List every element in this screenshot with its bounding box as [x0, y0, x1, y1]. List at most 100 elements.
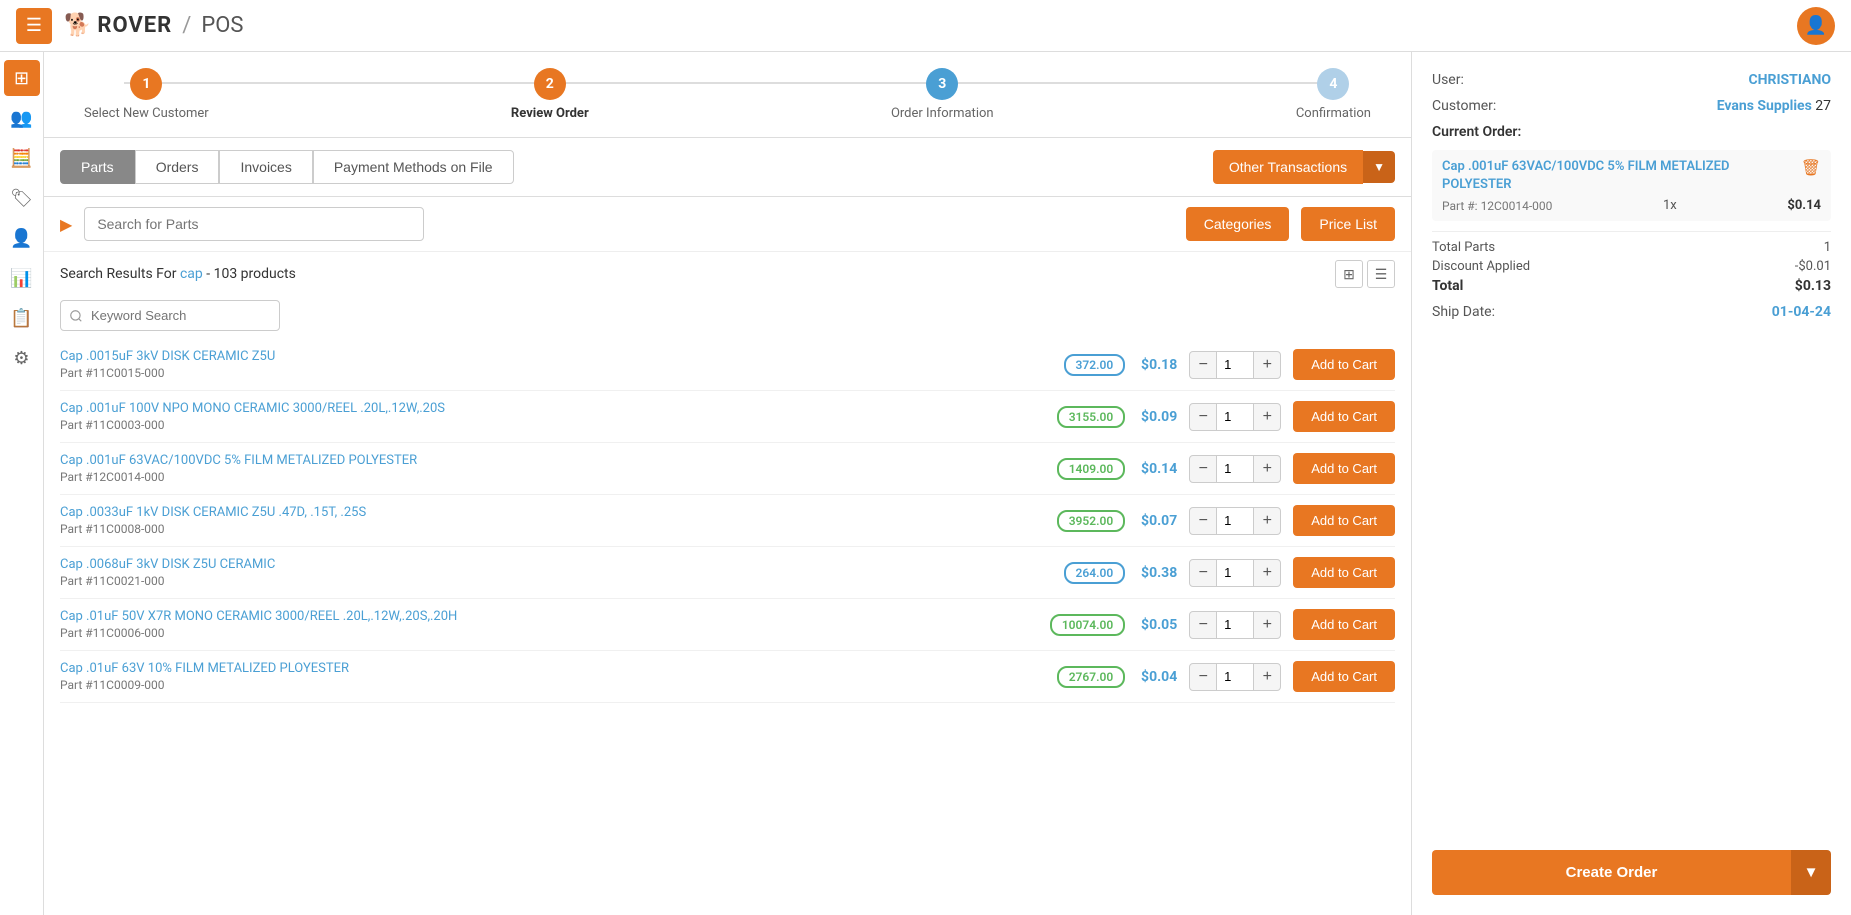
product-name[interactable]: Cap .001uF 63VAC/100VDC 5% FILM METALIZE… [60, 453, 1045, 468]
add-to-cart-button[interactable]: Add to Cart [1293, 505, 1395, 536]
categories-button[interactable]: Categories [1186, 207, 1290, 241]
chevron-down-icon: ▼ [1804, 864, 1819, 881]
step-1: 1 Select New Customer [84, 68, 209, 121]
qty-input[interactable] [1217, 663, 1253, 691]
logo-slash: / [182, 13, 191, 38]
qty-input[interactable] [1217, 403, 1253, 431]
sidebar-item-calculator[interactable]: 🧮 [4, 140, 40, 176]
product-part: Part #11C0009-000 [60, 678, 1045, 692]
sidebar-item-chart[interactable]: 📊 [4, 260, 40, 296]
clipboard-icon: 📋 [10, 308, 32, 329]
price-label: $0.05 [1137, 617, 1177, 633]
price-list-button[interactable]: Price List [1301, 207, 1395, 241]
sidebar-item-clipboard[interactable]: 📋 [4, 300, 40, 336]
add-to-cart-button[interactable]: Add to Cart [1293, 453, 1395, 484]
step-4-label: Confirmation [1296, 106, 1371, 121]
ship-date-row: Ship Date: 01-04-24 [1432, 304, 1831, 320]
product-row: Cap .0033uF 1kV DISK CERAMIC Z5U .47D, .… [60, 495, 1395, 547]
create-order-caret[interactable]: ▼ [1791, 850, 1831, 895]
search-input[interactable] [84, 207, 424, 241]
qty-minus-button[interactable]: − [1189, 663, 1217, 691]
add-to-cart-button[interactable]: Add to Cart [1293, 661, 1395, 692]
qty-input[interactable] [1217, 507, 1253, 535]
tab-parts[interactable]: Parts [60, 150, 135, 184]
other-transactions-button[interactable]: Other Transactions [1213, 150, 1363, 184]
qty-input[interactable] [1217, 351, 1253, 379]
search-row: ▶ Categories Price List [44, 197, 1411, 252]
sidebar-item-users[interactable]: 👥 [4, 100, 40, 136]
qty-input[interactable] [1217, 611, 1253, 639]
other-transactions-label: Other Transactions [1229, 159, 1347, 175]
user-row: User: CHRISTIANO [1432, 72, 1831, 88]
sidebar-item-person[interactable]: 👤 [4, 220, 40, 256]
qty-control: − + [1189, 559, 1281, 587]
discount-label: Discount Applied [1432, 259, 1530, 274]
qty-plus-button[interactable]: + [1253, 611, 1281, 639]
sidebar-item-grid[interactable]: ⊞ [4, 60, 40, 96]
qty-plus-button[interactable]: + [1253, 559, 1281, 587]
user-avatar[interactable]: 👤 [1797, 7, 1835, 45]
stock-badge: 372.00 [1064, 354, 1126, 376]
keyword-search-input[interactable] [60, 300, 280, 331]
add-to-cart-button[interactable]: Add to Cart [1293, 557, 1395, 588]
product-name[interactable]: Cap .001uF 100V NPO MONO CERAMIC 3000/RE… [60, 401, 1045, 416]
tabs-row: Parts Orders Invoices Payment Methods on… [44, 138, 1411, 197]
product-info: Cap .0015uF 3kV DISK CERAMIC Z5U Part #1… [60, 349, 1052, 380]
qty-minus-button[interactable]: − [1189, 559, 1217, 587]
search-term: cap [180, 266, 203, 282]
product-info: Cap .001uF 100V NPO MONO CERAMIC 3000/RE… [60, 401, 1045, 432]
qty-minus-button[interactable]: − [1189, 403, 1217, 431]
logo-dog-icon: 🐕 [64, 13, 91, 38]
grid-icon: ⊞ [14, 68, 29, 89]
qty-input[interactable] [1217, 455, 1253, 483]
product-name[interactable]: Cap .0015uF 3kV DISK CERAMIC Z5U [60, 349, 1052, 364]
search-arrow-icon[interactable]: ▶ [60, 215, 72, 234]
delete-item-icon[interactable]: 🗑 [1801, 158, 1821, 177]
qty-plus-button[interactable]: + [1253, 507, 1281, 535]
qty-minus-button[interactable]: − [1189, 611, 1217, 639]
sidebar-item-tag[interactable]: 🏷 [4, 180, 40, 216]
product-part: Part #11C0015-000 [60, 366, 1052, 380]
order-item-part: Part #: 12C0014-000 [1442, 199, 1552, 213]
sidebar-item-settings[interactable]: ⚙ [4, 340, 40, 376]
add-to-cart-button[interactable]: Add to Cart [1293, 609, 1395, 640]
product-name[interactable]: Cap .01uF 63V 10% FILM METALIZED PLOYEST… [60, 661, 1045, 676]
order-item-name: Cap .001uF 63VAC/100VDC 5% FILM METALIZE… [1442, 158, 1793, 194]
tab-payment-methods[interactable]: Payment Methods on File [313, 150, 514, 184]
product-name[interactable]: Cap .0068uF 3kV DISK Z5U CERAMIC [60, 557, 1052, 572]
qty-control: − + [1189, 403, 1281, 431]
user-icon: 👤 [1805, 15, 1827, 36]
product-row: Cap .01uF 50V X7R MONO CERAMIC 3000/REEL… [60, 599, 1395, 651]
qty-control: − + [1189, 611, 1281, 639]
tab-orders[interactable]: Orders [135, 150, 220, 184]
add-to-cart-button[interactable]: Add to Cart [1293, 401, 1395, 432]
ship-date-value: 01-04-24 [1772, 304, 1831, 320]
person-icon: 👤 [10, 228, 32, 249]
qty-minus-button[interactable]: − [1189, 507, 1217, 535]
qty-plus-button[interactable]: + [1253, 403, 1281, 431]
qty-control: − + [1189, 663, 1281, 691]
qty-plus-button[interactable]: + [1253, 351, 1281, 379]
qty-minus-button[interactable]: − [1189, 351, 1217, 379]
create-order-button[interactable]: Create Order [1432, 850, 1791, 895]
user-value[interactable]: CHRISTIANO [1748, 72, 1831, 88]
logo-pos-text: POS [201, 13, 243, 38]
tab-invoices[interactable]: Invoices [219, 150, 312, 184]
product-row: Cap .01uF 63V 10% FILM METALIZED PLOYEST… [60, 651, 1395, 703]
qty-input[interactable] [1217, 559, 1253, 587]
hamburger-button[interactable]: ☰ [16, 8, 52, 44]
product-name[interactable]: Cap .01uF 50V X7R MONO CERAMIC 3000/REEL… [60, 609, 1038, 624]
qty-minus-button[interactable]: − [1189, 455, 1217, 483]
discount-row: Discount Applied -$0.01 [1432, 259, 1831, 274]
step-2: 2 Review Order [511, 68, 589, 121]
qty-plus-button[interactable]: + [1253, 455, 1281, 483]
other-transactions-caret[interactable]: ▼ [1363, 151, 1395, 183]
customer-value[interactable]: Evans Supplies 27 [1717, 98, 1831, 114]
product-part: Part #11C0006-000 [60, 626, 1038, 640]
list-view-button[interactable]: ☰ [1367, 260, 1395, 288]
add-to-cart-button[interactable]: Add to Cart [1293, 349, 1395, 380]
qty-plus-button[interactable]: + [1253, 663, 1281, 691]
grid-view-button[interactable]: ⊞ [1335, 260, 1363, 288]
product-name[interactable]: Cap .0033uF 1kV DISK CERAMIC Z5U .47D, .… [60, 505, 1045, 520]
product-info: Cap .0033uF 1kV DISK CERAMIC Z5U .47D, .… [60, 505, 1045, 536]
